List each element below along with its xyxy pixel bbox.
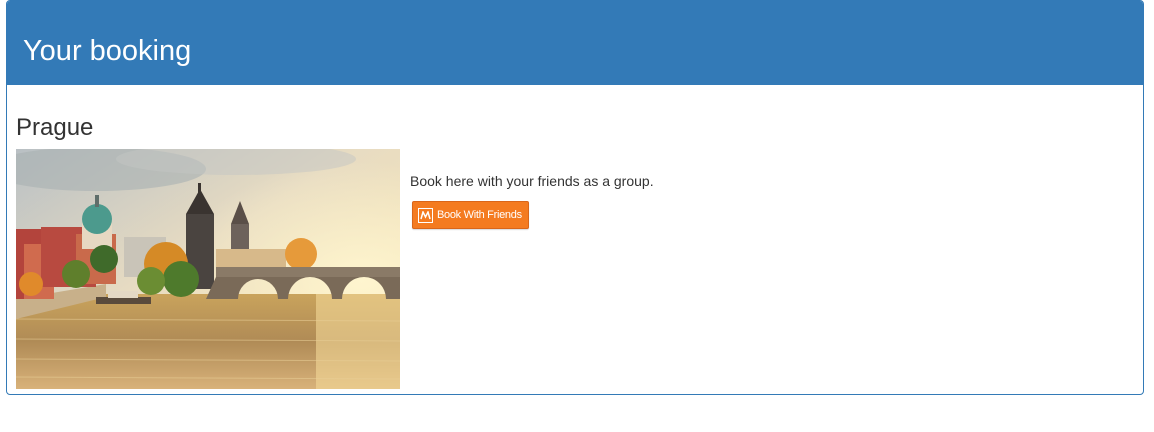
- bwf-logo-icon: [418, 207, 433, 223]
- book-with-friends-button[interactable]: Book With Friends: [412, 201, 529, 229]
- city-title: Prague: [16, 114, 94, 141]
- booking-description: Book here with your friends as a group.: [410, 173, 654, 189]
- book-with-friends-label: Book With Friends: [437, 209, 522, 221]
- city-image: [16, 149, 400, 389]
- panel-title: Your booking: [23, 34, 192, 67]
- panel-heading: Your booking: [7, 1, 1143, 85]
- booking-panel: Your booking Prague Book here with your …: [6, 0, 1144, 395]
